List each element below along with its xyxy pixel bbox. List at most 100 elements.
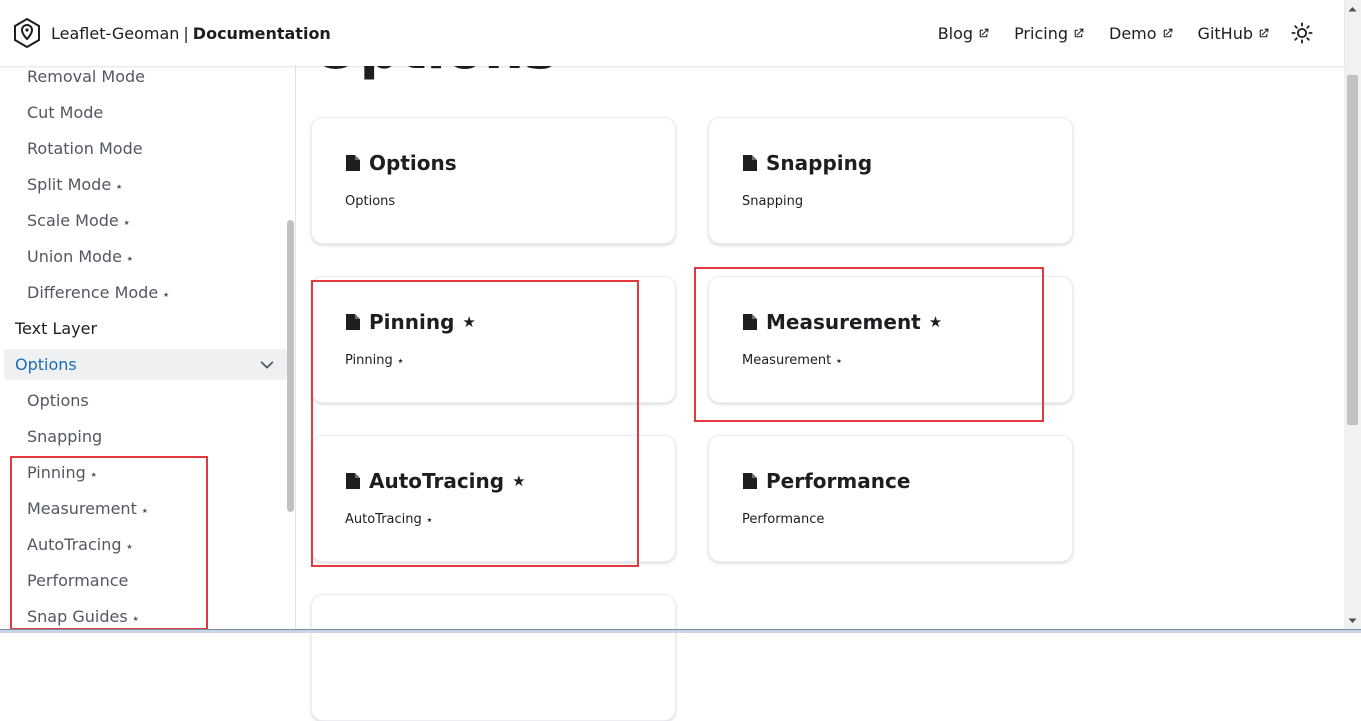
taskbar-edge xyxy=(0,629,1361,633)
doc-card-snapping[interactable]: Snapping Snapping xyxy=(708,117,1073,244)
card-description: Performance xyxy=(742,512,825,527)
card-title: Performance xyxy=(742,469,910,493)
premium-star-icon: ⭑ xyxy=(836,356,842,367)
document-icon xyxy=(743,155,757,171)
card-description: Snapping xyxy=(742,194,804,209)
sidebar-category-label: Options xyxy=(15,355,77,374)
card-title: Measurement ★ xyxy=(742,310,942,334)
external-link-icon xyxy=(979,28,989,37)
scroll-up-arrow-icon[interactable] xyxy=(1344,0,1361,17)
brand-section: Documentation xyxy=(192,23,331,43)
premium-star-icon: ⭑ xyxy=(132,612,139,625)
card-title: Pinning ★ xyxy=(345,310,476,334)
sidebar-item-label: Pinning xyxy=(27,463,86,482)
premium-star-icon: ⭑ xyxy=(426,515,433,526)
card-title-text: Performance xyxy=(766,469,911,493)
sidebar-category-options[interactable]: Options xyxy=(4,349,287,380)
sidebar-item-scale-mode[interactable]: Scale Mode ⭑ xyxy=(27,211,130,233)
nav-link-demo[interactable]: Demo xyxy=(1109,24,1174,43)
sidebar-item-cut-mode[interactable]: Cut Mode xyxy=(27,103,103,123)
doc-card-partial[interactable] xyxy=(311,594,676,721)
brand-title: Leaflet-Geoman | Documentation xyxy=(51,24,331,43)
sidebar-item-difference-mode[interactable]: Difference Mode ⭑ xyxy=(27,283,169,305)
chevron-down-icon[interactable] xyxy=(259,357,275,377)
sidebar-item-split-mode[interactable]: Split Mode ⭑ xyxy=(27,175,122,197)
top-navbar: Leaflet-Geoman | Documentation Blog Pricin… xyxy=(0,0,1344,66)
page-scrollbar-thumb[interactable] xyxy=(1347,75,1358,425)
premium-star-icon: ★ xyxy=(462,313,476,331)
premium-star-icon: ★ xyxy=(512,472,526,490)
nav-link-github[interactable]: GitHub xyxy=(1198,24,1270,43)
doc-card-measurement[interactable]: Measurement ★ Measurement ⭑ xyxy=(708,276,1073,403)
card-description: Measurement ⭑ xyxy=(742,353,842,368)
premium-star-icon: ⭑ xyxy=(141,504,148,517)
card-title-text: Options xyxy=(369,151,457,175)
document-icon xyxy=(743,314,757,330)
nav-link-pricing[interactable]: Pricing xyxy=(1014,24,1085,43)
sidebar-item-measurement[interactable]: Measurement ⭑ xyxy=(27,499,148,521)
sidebar-item-label: Difference Mode xyxy=(27,283,159,302)
docs-sidebar: Removal Mode Cut Mode Rotation Mode Spli… xyxy=(0,66,296,633)
sidebar-item-label: Split Mode xyxy=(27,175,112,194)
sidebar-scrollbar[interactable] xyxy=(287,220,294,512)
sidebar-item-label: Union Mode xyxy=(27,247,122,266)
sidebar-item-label: Snapping xyxy=(27,427,103,446)
card-description: Options xyxy=(345,194,396,209)
card-description: Pinning ⭑ xyxy=(345,353,403,368)
document-icon xyxy=(346,473,360,489)
nav-link-blog[interactable]: Blog xyxy=(938,24,990,43)
premium-star-icon: ⭑ xyxy=(397,356,404,367)
nav-link-label: Pricing xyxy=(1014,23,1068,43)
external-link-icon xyxy=(1074,28,1084,37)
brand-link[interactable]: Leaflet-Geoman | Documentation xyxy=(10,16,331,50)
doc-card-performance[interactable]: Performance Performance xyxy=(708,435,1073,562)
nav-link-label: Blog xyxy=(937,23,974,43)
geoman-logo-icon xyxy=(10,16,44,50)
card-title-text: Measurement xyxy=(766,310,921,334)
sidebar-item-label: Scale Mode xyxy=(27,211,119,230)
sidebar-item-snapping[interactable]: Snapping xyxy=(27,427,102,447)
sidebar-item-autotracing[interactable]: AutoTracing ⭑ xyxy=(27,535,132,557)
card-title: AutoTracing ★ xyxy=(345,469,526,493)
brand-separator: | xyxy=(183,23,189,43)
sidebar-item-removal-mode[interactable]: Removal Mode xyxy=(27,67,145,87)
card-description-text: Pinning xyxy=(345,353,393,368)
document-icon xyxy=(346,314,360,330)
sidebar-item-label: Removal Mode xyxy=(27,67,146,86)
card-title-text: Snapping xyxy=(766,151,873,175)
premium-star-icon: ★ xyxy=(928,313,943,331)
doc-card-autotracing[interactable]: AutoTracing ★ AutoTracing ⭑ xyxy=(311,435,676,562)
sidebar-item-label: AutoTracing xyxy=(27,535,122,554)
premium-star-icon: ⭑ xyxy=(126,252,133,265)
doc-card-pinning[interactable]: Pinning ★ Pinning ⭑ xyxy=(311,276,676,403)
doc-card-options[interactable]: Options Options xyxy=(311,117,676,244)
card-description: AutoTracing ⭑ xyxy=(345,512,432,527)
sidebar-item-pinning[interactable]: Pinning ⭑ xyxy=(27,463,97,485)
sidebar-item-text-layer[interactable]: Text Layer xyxy=(15,319,97,339)
nav-link-label: GitHub xyxy=(1197,23,1253,43)
brand-name: Leaflet-Geoman xyxy=(51,23,180,43)
card-title-text: Pinning xyxy=(369,310,455,334)
card-description-text: Measurement xyxy=(742,353,832,368)
document-icon xyxy=(346,155,360,171)
sidebar-item-snap-guides[interactable]: Snap Guides ⭑ xyxy=(27,607,139,629)
card-description-text: AutoTracing xyxy=(345,512,422,527)
sidebar-item-options[interactable]: Options xyxy=(27,391,89,411)
sidebar-item-label: Measurement xyxy=(27,499,137,518)
premium-star-icon: ⭑ xyxy=(123,216,130,229)
theme-toggle-button[interactable] xyxy=(1290,21,1314,45)
card-title: Options xyxy=(345,151,457,175)
sidebar-item-rotation-mode[interactable]: Rotation Mode xyxy=(27,139,143,159)
sidebar-item-label: Options xyxy=(27,391,89,410)
nav-link-label: Demo xyxy=(1109,23,1157,43)
premium-star-icon: ⭑ xyxy=(90,468,97,481)
premium-star-icon: ⭑ xyxy=(116,180,123,193)
sidebar-item-label: Snap Guides xyxy=(27,607,128,626)
sidebar-item-label: Performance xyxy=(27,571,129,590)
sidebar-item-performance[interactable]: Performance xyxy=(27,571,128,591)
scroll-down-arrow-icon[interactable] xyxy=(1344,612,1361,629)
sidebar-item-label: Text Layer xyxy=(15,319,98,338)
sidebar-item-label: Cut Mode xyxy=(27,103,104,122)
sidebar-item-union-mode[interactable]: Union Mode ⭑ xyxy=(27,247,133,269)
nav-links: Blog Pricing Demo GitHub xyxy=(914,21,1314,45)
